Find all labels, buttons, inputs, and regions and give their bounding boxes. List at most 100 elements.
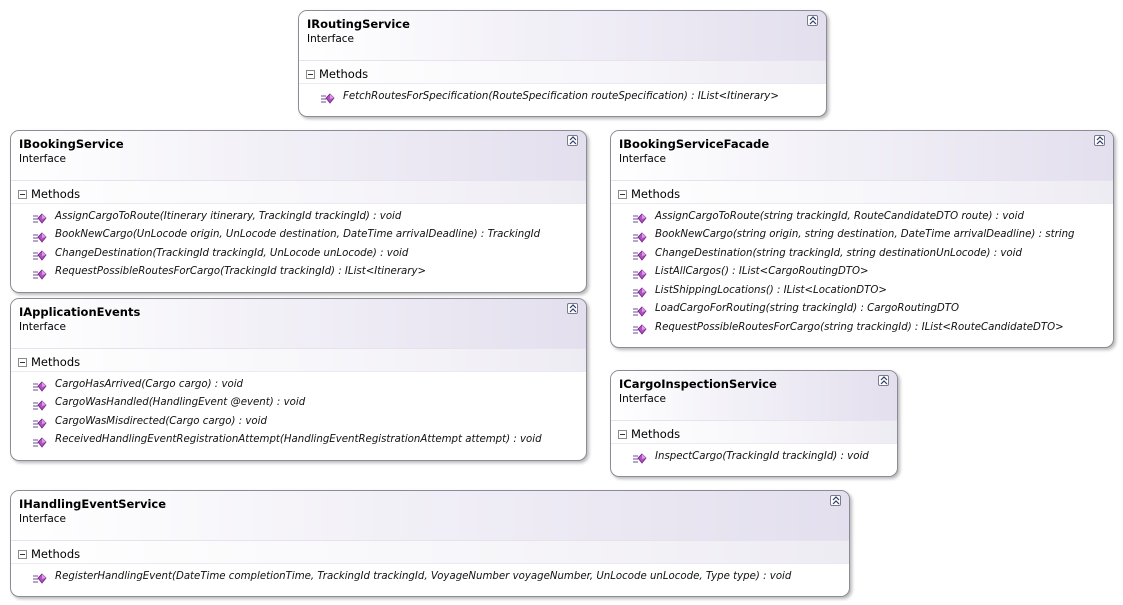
minus-toggle-icon[interactable]: [618, 429, 627, 439]
interface-box-booking-facade[interactable]: IBookingServiceFacade Interface Methods Ass…: [610, 130, 1114, 348]
methods-list: InspectCargo(TrackingId trackingId) : vo…: [611, 444, 897, 466]
method-icon: [33, 266, 47, 280]
method-row[interactable]: BookNewCargo(UnLocode origin, UnLocode d…: [11, 226, 586, 245]
methods-section-label: Methods: [631, 427, 681, 441]
method-signature: ChangeDestination(TrackingId trackingId,…: [55, 247, 409, 259]
methods-section-label: Methods: [31, 187, 81, 201]
minus-toggle-icon[interactable]: [618, 189, 627, 199]
interface-header: IRoutingService Interface: [299, 11, 826, 61]
method-row[interactable]: ChangeDestination(string trackingId, str…: [611, 244, 1113, 263]
method-signature: AssignCargoToRoute(Itinerary itinerary, …: [55, 210, 402, 222]
interface-header: ICargoInspectionService Interface: [611, 371, 897, 421]
interface-name: IRoutingService: [307, 17, 410, 31]
minus-toggle-icon[interactable]: [18, 549, 27, 559]
minus-toggle-icon[interactable]: [18, 189, 27, 199]
methods-list: AssignCargoToRoute(Itinerary itinerary, …: [11, 204, 586, 281]
method-row[interactable]: CargoWasMisdirected(Cargo cargo) : void: [11, 412, 586, 431]
interface-stereotype: Interface: [307, 33, 355, 45]
collapse-icon[interactable]: [1094, 135, 1105, 146]
method-icon: [321, 90, 335, 104]
method-signature: ChangeDestination(string trackingId, str…: [655, 247, 1022, 259]
method-signature: RequestPossibleRoutesForCargo(string tra…: [655, 321, 1064, 333]
method-signature: InspectCargo(TrackingId trackingId) : vo…: [655, 450, 869, 462]
methods-list: RegisterHandlingEvent(DateTime completio…: [11, 564, 849, 586]
method-icon: [633, 284, 647, 298]
interface-stereotype: Interface: [619, 153, 667, 165]
interface-box-cargo-inspection[interactable]: ICargoInspectionService Interface Methods I…: [610, 370, 898, 477]
method-signature: CargoHasArrived(Cargo cargo) : void: [55, 378, 244, 390]
collapse-icon[interactable]: [878, 375, 889, 386]
interface-name: IBookingServiceFacade: [619, 137, 770, 151]
method-signature: BookNewCargo(UnLocode origin, UnLocode d…: [55, 229, 541, 241]
method-signature: CargoWasHandled(HandlingEvent @event) : …: [55, 397, 306, 409]
method-icon: [633, 247, 647, 261]
method-signature: ListShippingLocations() : IList<Location…: [655, 284, 887, 296]
method-row[interactable]: AssignCargoToRoute(Itinerary itinerary, …: [11, 207, 586, 226]
method-icon: [633, 303, 647, 317]
methods-section-label: Methods: [31, 355, 81, 369]
method-signature: ReceivedHandlingEventRegistrationAttempt…: [55, 434, 542, 446]
interface-box-routing[interactable]: IRoutingService Interface Methods FetchRout…: [298, 10, 827, 117]
collapse-icon[interactable]: [567, 135, 578, 146]
methods-section-header[interactable]: Methods: [611, 181, 1113, 204]
methods-section-header[interactable]: Methods: [611, 421, 897, 444]
minus-toggle-icon[interactable]: [18, 357, 27, 367]
method-row[interactable]: BookNewCargo(string origin, string desti…: [611, 226, 1113, 245]
method-row[interactable]: RequestPossibleRoutesForCargo(TrackingId…: [11, 263, 586, 282]
method-signature: AssignCargoToRoute(string trackingId, Ro…: [655, 210, 1024, 222]
methods-section-label: Methods: [31, 547, 81, 561]
method-row[interactable]: CargoWasHandled(HandlingEvent @event) : …: [11, 394, 586, 413]
methods-list: FetchRoutesForSpecification(RouteSpecifi…: [299, 84, 826, 106]
methods-section-header[interactable]: Methods: [11, 181, 586, 204]
method-row[interactable]: ListShippingLocations() : IList<Location…: [611, 281, 1113, 300]
methods-section-header[interactable]: Methods: [11, 541, 849, 564]
interface-header: IBookingService Interface: [11, 131, 586, 181]
method-row[interactable]: FetchRoutesForSpecification(RouteSpecifi…: [299, 87, 826, 106]
method-icon: [33, 247, 47, 261]
method-row[interactable]: RegisterHandlingEvent(DateTime completio…: [11, 567, 849, 586]
method-row[interactable]: InspectCargo(TrackingId trackingId) : vo…: [611, 447, 897, 466]
collapse-icon[interactable]: [830, 495, 841, 506]
interface-stereotype: Interface: [19, 513, 67, 525]
interface-name: IHandlingEventService: [19, 497, 167, 511]
interface-stereotype: Interface: [19, 153, 67, 165]
collapse-icon[interactable]: [567, 303, 578, 314]
method-row[interactable]: AssignCargoToRoute(string trackingId, Ro…: [611, 207, 1113, 226]
method-row[interactable]: RequestPossibleRoutesForCargo(string tra…: [611, 318, 1113, 337]
method-icon: [33, 229, 47, 243]
method-icon: [633, 229, 647, 243]
method-row[interactable]: ChangeDestination(TrackingId trackingId,…: [11, 244, 586, 263]
interface-header: IApplicationEvents Interface: [11, 299, 586, 349]
collapse-icon[interactable]: [807, 15, 818, 26]
methods-section-header[interactable]: Methods: [299, 61, 826, 84]
method-signature: RequestPossibleRoutesForCargo(TrackingId…: [55, 266, 427, 278]
interface-name: ICargoInspectionService: [619, 377, 777, 391]
method-signature: BookNewCargo(string origin, string desti…: [655, 229, 1075, 241]
interface-header: IHandlingEventService Interface: [11, 491, 849, 541]
method-icon: [33, 210, 47, 224]
interface-stereotype: Interface: [19, 321, 67, 333]
method-row[interactable]: CargoHasArrived(Cargo cargo) : void: [11, 375, 586, 394]
method-signature: CargoWasMisdirected(Cargo cargo) : void: [55, 415, 267, 427]
method-signature: ListAllCargos() : IList<CargoRoutingDTO>: [655, 266, 869, 278]
method-icon: [633, 210, 647, 224]
method-row[interactable]: LoadCargoForRouting(string trackingId) :…: [611, 300, 1113, 319]
minus-toggle-icon[interactable]: [306, 69, 315, 79]
method-row[interactable]: ListAllCargos() : IList<CargoRoutingDTO>: [611, 263, 1113, 282]
method-icon: [33, 570, 47, 584]
method-signature: LoadCargoForRouting(string trackingId) :…: [655, 303, 959, 315]
method-icon: [33, 378, 47, 392]
interface-stereotype: Interface: [619, 393, 667, 405]
interface-box-app-events[interactable]: IApplicationEvents Interface Methods CargoH…: [10, 298, 587, 461]
interface-name: IBookingService: [19, 137, 124, 151]
methods-list: AssignCargoToRoute(string trackingId, Ro…: [611, 204, 1113, 337]
method-icon: [33, 434, 47, 448]
method-signature: FetchRoutesForSpecification(RouteSpecifi…: [343, 90, 779, 102]
method-row[interactable]: ReceivedHandlingEventRegistrationAttempt…: [11, 431, 586, 450]
methods-section-header[interactable]: Methods: [11, 349, 586, 372]
methods-section-label: Methods: [319, 67, 369, 81]
interface-box-booking[interactable]: IBookingService Interface Methods AssignCar…: [10, 130, 587, 293]
method-icon: [33, 397, 47, 411]
methods-section-label: Methods: [631, 187, 681, 201]
interface-box-handling-event[interactable]: IHandlingEventService Interface Methods Reg…: [10, 490, 850, 597]
